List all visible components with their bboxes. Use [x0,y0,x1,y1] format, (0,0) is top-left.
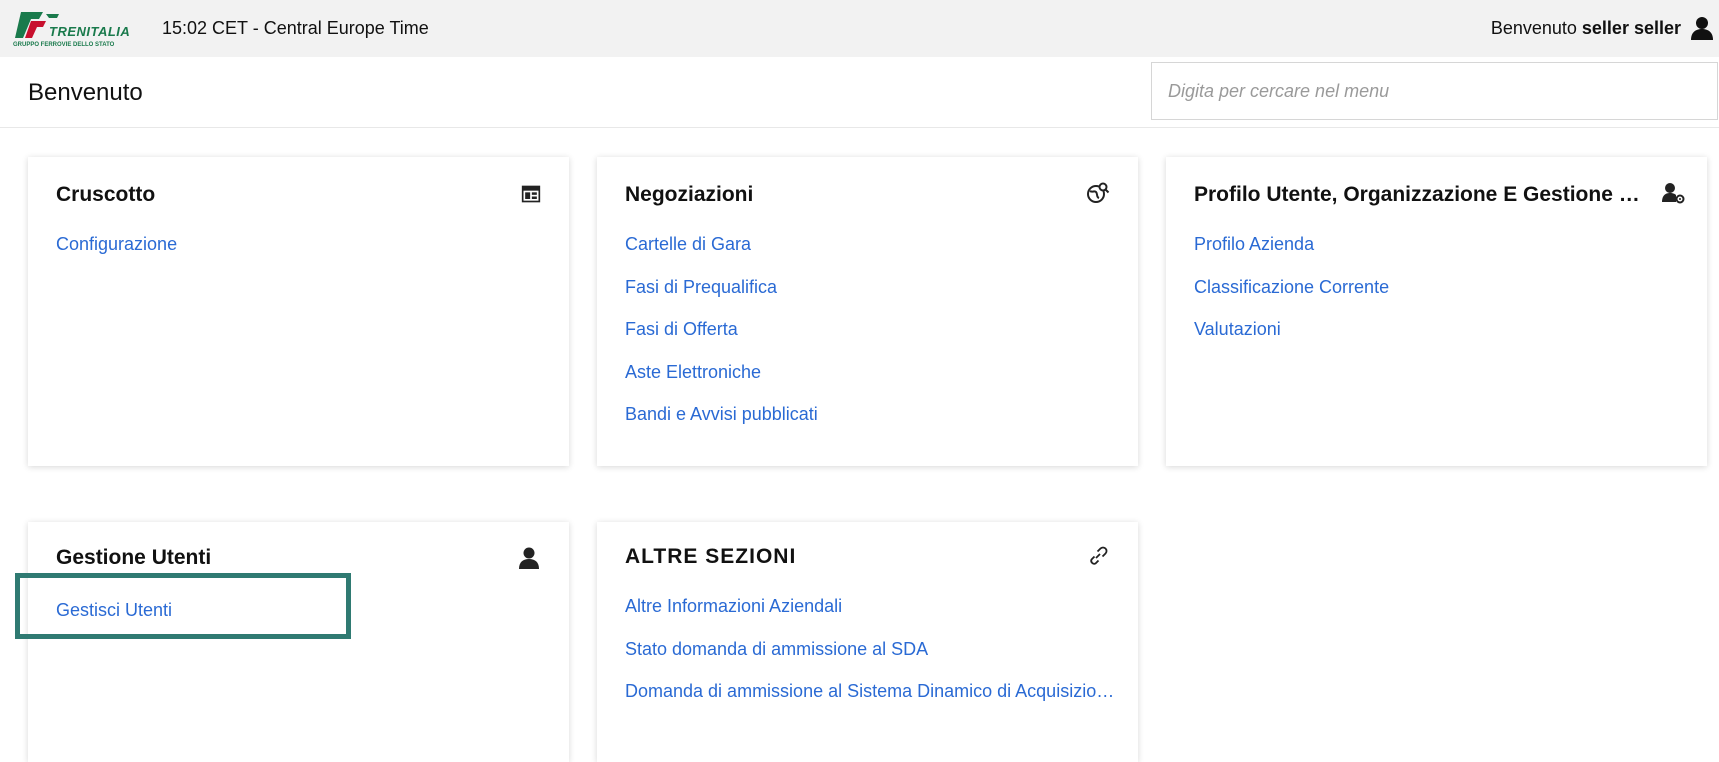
card-cruscotto: Cruscotto Configurazione [28,157,569,466]
link-fasi-di-offerta[interactable]: Fasi di Offerta [625,319,818,362]
trenitalia-logo[interactable]: TRENITALIA GRUPPO FERROVIE DELLO STATO [13,10,158,48]
card-title: Negoziazioni [625,183,754,206]
top-bar: TRENITALIA GRUPPO FERROVIE DELLO STATO 1… [0,0,1719,57]
user-settings-icon [1662,183,1685,204]
link-domanda-ammissione[interactable]: Domanda di ammissione al Sistema Dinamic… [625,681,1115,724]
card-title: Gestione Utenti [56,546,212,569]
subheader: Benvenuto [0,57,1719,128]
welcome-label: Benvenuto [1490,18,1577,38]
globe-search-icon [1087,182,1110,203]
card-altre-sezioni: ALTRE SEZIONI Altre Informazioni Azienda… [597,522,1138,762]
link-valutazioni[interactable]: Valutazioni [1194,319,1389,362]
user-icon [519,547,539,569]
link-profilo-azienda[interactable]: Profilo Azienda [1194,234,1389,277]
logo-subtext: GRUPPO FERROVIE DELLO STATO [13,42,115,48]
card-links: Altre Informazioni Aziendali Stato doman… [625,596,1115,724]
logo-text: TRENITALIA [49,24,130,39]
link-aste-elettroniche[interactable]: Aste Elettroniche [625,362,818,405]
clock-text: 15:02 CET - Central Europe Time [162,18,429,38]
card-profilo-utente: Profilo Utente, Organizzazione E Gestion… [1166,157,1707,466]
dashboard-icon [521,185,541,203]
link-fasi-di-prequalifica[interactable]: Fasi di Prequalifica [625,277,818,320]
page-title: Benvenuto [28,79,143,106]
card-links: Cartelle di Gara Fasi di Prequalifica Fa… [625,234,818,447]
card-title: Cruscotto [56,183,156,206]
card-links: Gestisci Utenti [56,600,172,643]
card-links: Configurazione [56,234,177,277]
link-cartelle-di-gara[interactable]: Cartelle di Gara [625,234,818,277]
user-name[interactable]: seller seller [1582,18,1681,38]
link-bandi-e-avvisi[interactable]: Bandi e Avvisi pubblicati [625,404,818,447]
link-stato-domanda-sda[interactable]: Stato domanda di ammissione al SDA [625,639,1115,682]
card-title: Profilo Utente, Organizzazione E Gestion… [1194,183,1644,206]
link-gestisci-utenti[interactable]: Gestisci Utenti [56,600,172,643]
card-negoziazioni: Negoziazioni Cartelle di Gara Fasi di Pr… [597,157,1138,466]
card-links: Profilo Azienda Classificazione Corrente… [1194,234,1389,362]
link-configurazione[interactable]: Configurazione [56,234,177,277]
card-gestione-utenti: Gestione Utenti Gestisci Utenti [28,522,569,762]
link-icon [1090,546,1108,565]
link-altre-informazioni[interactable]: Altre Informazioni Aziendali [625,596,1115,639]
menu-search-input[interactable] [1151,62,1718,120]
link-classificazione-corrente[interactable]: Classificazione Corrente [1194,277,1389,320]
card-title: ALTRE SEZIONI [625,545,797,568]
user-icon[interactable] [1689,15,1715,41]
welcome-user: Benvenuto seller seller [1491,18,1681,39]
